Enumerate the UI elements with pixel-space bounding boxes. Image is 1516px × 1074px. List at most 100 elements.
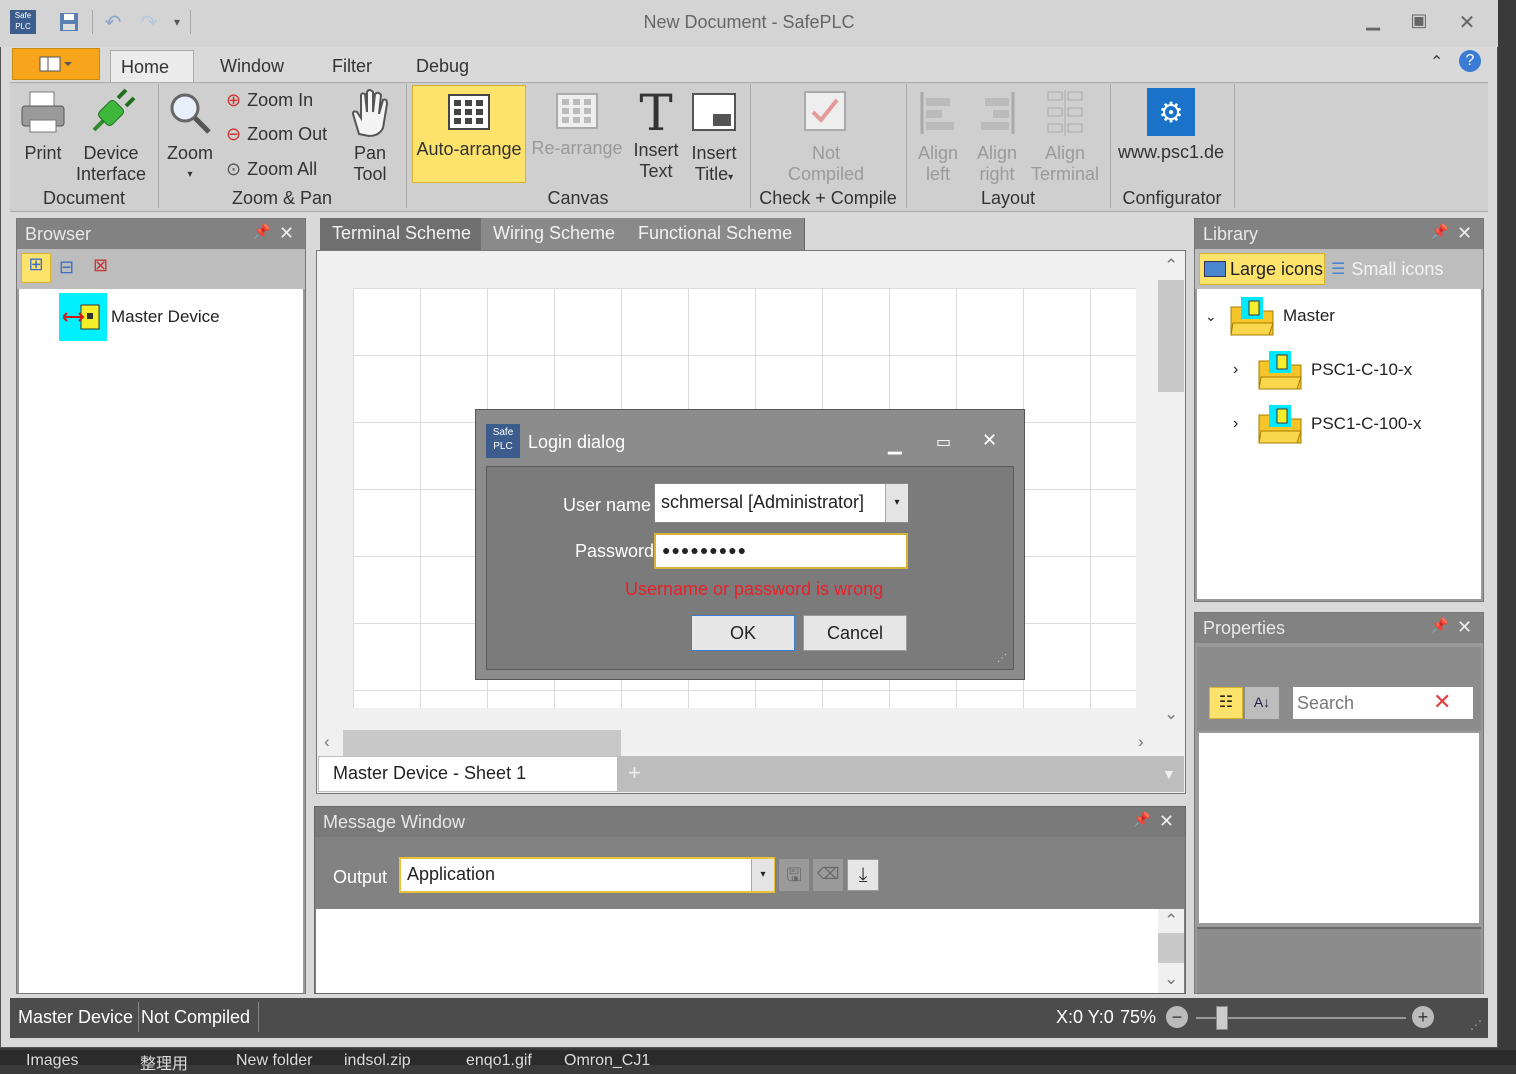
re-arrange-button[interactable]: Re-arrange	[530, 85, 624, 159]
library-close-icon[interactable]: ✕	[1457, 223, 1472, 244]
user-name-dropdown-icon[interactable]: ▾	[885, 484, 908, 522]
zoom-in-label: Zoom In	[247, 90, 314, 110]
output-select[interactable]: Application ▾	[399, 857, 775, 893]
browser-tree-view-icon[interactable]: ⊞	[21, 253, 51, 283]
password-input[interactable]: ●●●●●●●●●	[654, 533, 908, 569]
properties-search-input[interactable]: Search ✕	[1293, 687, 1473, 719]
horizontal-scroll-thumb[interactable]	[343, 730, 621, 756]
browser-close-icon[interactable]: ✕	[279, 223, 294, 244]
taskbar-item-gif[interactable]: enqo1.gif	[466, 1052, 532, 1070]
categorized-icon[interactable]: ☷	[1209, 687, 1243, 719]
scroll-left-icon[interactable]: ‹	[324, 732, 330, 752]
taskbar-item-indsol-zip[interactable]: indsol.zip	[344, 1052, 411, 1070]
tab-terminal-scheme[interactable]: Terminal Scheme	[320, 218, 485, 250]
scroll-down-icon[interactable]: ⌄	[1164, 704, 1178, 724]
tree-node-master[interactable]: ⌄ Master	[1205, 295, 1335, 337]
scroll-up-icon[interactable]: ⌃	[1164, 256, 1178, 276]
clear-search-icon[interactable]: ✕	[1433, 689, 1451, 715]
properties-pin-icon[interactable]: 📌	[1431, 617, 1448, 634]
large-icons-button[interactable]: Large icons	[1199, 253, 1325, 285]
taskbar-item-new-folder[interactable]: New folder	[236, 1052, 312, 1070]
close-button[interactable]: ✕	[1452, 10, 1482, 36]
vertical-scroll-thumb[interactable]	[1158, 280, 1184, 392]
message-output-area	[316, 909, 1158, 993]
download-icon[interactable]: ⤓	[847, 859, 879, 891]
zoom-button[interactable]: Zoom ▾	[162, 88, 218, 185]
insert-title-button[interactable]: Insert Title▾	[686, 88, 742, 188]
expand-chevron-icon[interactable]: ›	[1233, 415, 1249, 433]
tab-functional-scheme[interactable]: Functional Scheme	[626, 218, 806, 250]
tab-window[interactable]: Window	[210, 50, 294, 82]
tab-debug[interactable]: Debug	[406, 50, 479, 82]
dialog-maximize-button[interactable]: ▭	[936, 432, 951, 452]
pin-icon[interactable]: 📌	[253, 223, 270, 240]
zoom-out-circle-icon[interactable]: −	[1166, 1006, 1188, 1028]
grid-arrange-icon	[448, 94, 490, 130]
print-button[interactable]: Print	[14, 88, 72, 164]
tab-filter[interactable]: Filter	[322, 50, 382, 82]
ok-button[interactable]: OK	[691, 615, 795, 651]
align-terminal-icon	[1047, 90, 1083, 136]
file-menu-button[interactable]	[12, 48, 100, 80]
auto-arrange-button[interactable]: Auto-arrange	[412, 85, 526, 183]
cancel-button[interactable]: Cancel	[803, 615, 907, 651]
taskbar-item-omron[interactable]: Omron_CJ1	[564, 1052, 650, 1070]
help-icon[interactable]: ?	[1459, 50, 1481, 72]
message-close-icon[interactable]: ✕	[1159, 811, 1174, 832]
message-window: Message Window 📌 ✕ Output Application ▾ …	[314, 806, 1186, 994]
maximize-button[interactable]: ▣	[1404, 10, 1434, 36]
expand-chevron-icon[interactable]: ›	[1233, 361, 1249, 379]
clear-log-icon[interactable]: ⌫	[813, 859, 843, 891]
library-pin-icon[interactable]: 📌	[1431, 223, 1448, 240]
properties-close-icon[interactable]: ✕	[1457, 617, 1472, 638]
message-scroll-down-icon[interactable]: ⌄	[1164, 969, 1178, 989]
dialog-minimize-button[interactable]: ▁	[888, 434, 902, 455]
device-interface-button[interactable]: Device Interface	[76, 88, 146, 185]
scroll-right-icon[interactable]: ›	[1138, 732, 1144, 752]
add-sheet-icon[interactable]: +	[628, 760, 641, 786]
zoom-in-button[interactable]: ⊕ Zoom In	[226, 90, 313, 111]
message-pin-icon[interactable]: 📌	[1133, 811, 1150, 828]
align-left-button[interactable]: Align left	[912, 88, 964, 185]
tree-node-psc1-c-100[interactable]: › PSC1-C-100-x	[1233, 403, 1422, 445]
save-log-icon[interactable]: 🖫	[779, 859, 809, 891]
browser-network-icon[interactable]: ⊟	[59, 257, 74, 278]
tab-wiring-scheme[interactable]: Wiring Scheme	[481, 218, 629, 250]
psc1-website-button[interactable]: ⚙ www.psc1.de	[1114, 88, 1228, 163]
message-scroll-up-icon[interactable]: ⌃	[1164, 911, 1178, 931]
zoom-in-circle-icon[interactable]: +	[1412, 1006, 1434, 1028]
group-document-label: Document	[42, 188, 126, 208]
browser-item-master-device[interactable]: Master Device	[59, 293, 220, 341]
sheet-list-dropdown-icon[interactable]: ▼	[1162, 766, 1176, 782]
tab-home[interactable]: Home	[110, 50, 194, 82]
align-right-button[interactable]: Align right	[970, 88, 1024, 185]
minimize-button[interactable]: ▁	[1358, 10, 1388, 36]
not-compiled-button[interactable]: Not Compiled	[770, 88, 882, 185]
collapse-chevron-icon[interactable]: ⌄	[1205, 308, 1221, 325]
align-terminal-button[interactable]: Align Terminal	[1028, 88, 1102, 185]
small-icons-button[interactable]: ☰ Small icons	[1331, 253, 1443, 285]
dialog-resize-grip-icon[interactable]: ⋰	[997, 653, 1007, 664]
message-scrollbar[interactable]: ⌃ ⌄	[1158, 909, 1184, 993]
resize-grip-icon[interactable]: ⋰	[1470, 1018, 1482, 1032]
taskbar-item-images[interactable]: Images	[26, 1052, 78, 1070]
configurator-icon: ⚙	[1147, 88, 1195, 136]
dialog-close-button[interactable]: ✕	[982, 430, 997, 451]
output-dropdown-icon[interactable]: ▾	[751, 859, 774, 891]
taskbar-item-folder-jp[interactable]: 整理用	[140, 1050, 188, 1074]
canvas-horizontal-scrollbar[interactable]: ‹ ›	[318, 730, 1158, 756]
pan-tool-button[interactable]: Pan Tool	[340, 88, 400, 185]
canvas-vertical-scrollbar[interactable]: ⌃ ⌄	[1158, 252, 1184, 728]
tree-node-psc1-c-10[interactable]: › PSC1-C-10-x	[1233, 349, 1412, 391]
sheet-tab[interactable]: Master Device - Sheet 1	[319, 757, 617, 791]
sort-alphabetical-icon[interactable]: A↓	[1245, 687, 1279, 719]
zoom-all-button[interactable]: ⊙ Zoom All	[226, 159, 317, 180]
ribbon-collapse-icon[interactable]: ⌃	[1430, 52, 1443, 72]
message-scroll-thumb[interactable]	[1158, 933, 1184, 963]
browser-remove-icon[interactable]: ⊠	[93, 255, 108, 276]
zoom-slider-thumb[interactable]	[1216, 1006, 1228, 1030]
user-name-select[interactable]: schmersal [Administrator] ▾	[654, 483, 908, 523]
insert-text-button[interactable]: T Insert Text	[630, 86, 682, 182]
large-icons-label: Large icons	[1230, 258, 1324, 279]
zoom-out-button[interactable]: ⊖ Zoom Out	[226, 124, 327, 145]
